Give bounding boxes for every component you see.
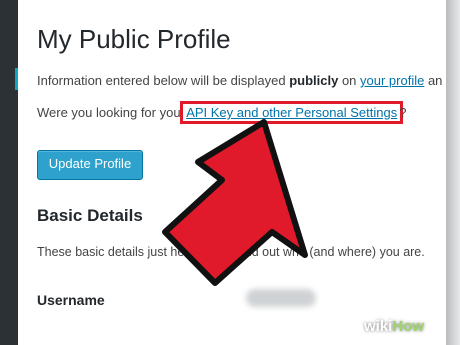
- watermark-part2: How: [392, 318, 425, 335]
- notice-text-end: an: [424, 73, 443, 88]
- basic-details-description: These basic details just help people fin…: [37, 245, 425, 259]
- notice-bold-text: publicly: [289, 73, 339, 88]
- notice-text-start: Information entered below will be displa…: [37, 73, 290, 88]
- api-key-settings-link[interactable]: API Key and other Personal Settings: [186, 105, 397, 120]
- wikihow-watermark: wikiHow: [364, 318, 424, 335]
- watermark-part1: wiki: [364, 318, 393, 335]
- notice-text-mid: on: [338, 73, 361, 88]
- settings-hint: Were you looking for you API Key and oth…: [37, 101, 407, 124]
- profile-page: My Public Profile Information entered be…: [18, 0, 446, 345]
- public-info-notice: Information entered below will be displa…: [37, 73, 442, 88]
- admin-sidebar-edge: [0, 0, 18, 345]
- highlight-box: API Key and other Personal Settings: [180, 101, 404, 124]
- hint-text: Were you looking for you: [37, 105, 181, 120]
- username-value-blurred: [246, 289, 316, 307]
- screen-bezel-edge: [446, 0, 460, 345]
- your-profile-link[interactable]: your profile: [360, 73, 424, 88]
- basic-details-heading: Basic Details: [37, 206, 143, 225]
- tutorial-image: My Public Profile Information entered be…: [0, 0, 460, 345]
- page-title: My Public Profile: [37, 24, 231, 54]
- hint-question-mark: ?: [399, 105, 407, 120]
- update-profile-button[interactable]: Update Profile: [37, 150, 143, 180]
- username-label: Username: [37, 292, 105, 308]
